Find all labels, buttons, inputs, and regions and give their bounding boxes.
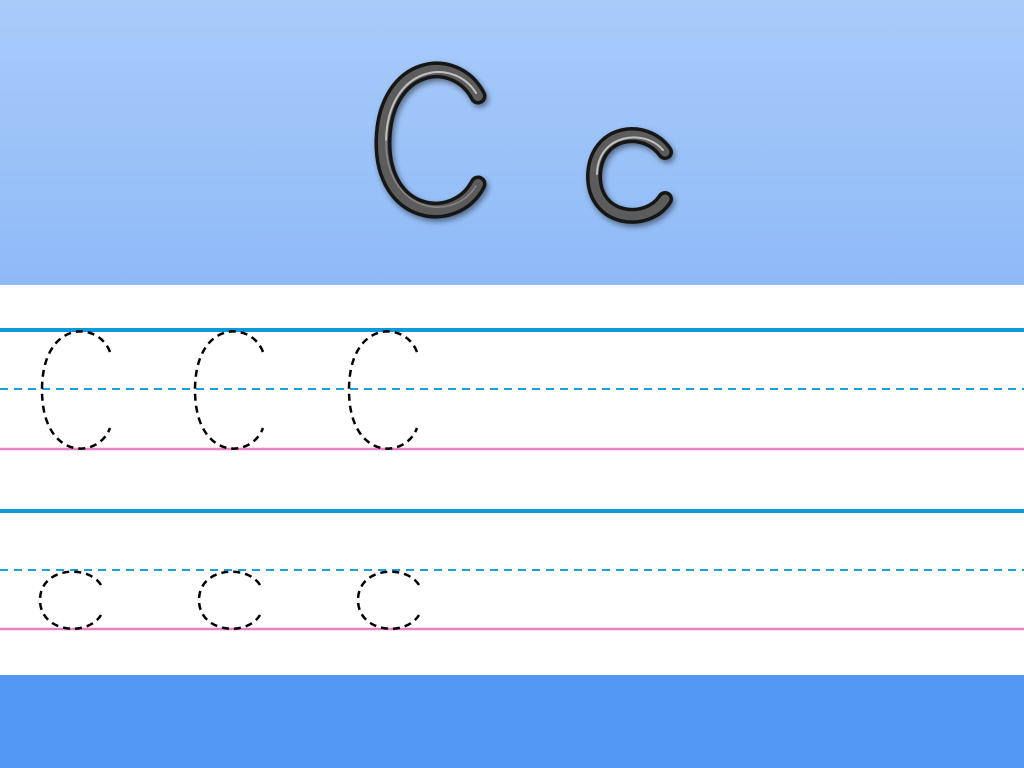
- worksheet-canvas: [0, 61, 1024, 631]
- uppercase-display-letter: [374, 61, 487, 219]
- trace-lowercase-c-2: [197, 570, 262, 630]
- lowercase-display-letter: [585, 127, 673, 224]
- trace-lowercase-c-3: [356, 570, 421, 630]
- trace-lowercase-c-1: [38, 570, 103, 630]
